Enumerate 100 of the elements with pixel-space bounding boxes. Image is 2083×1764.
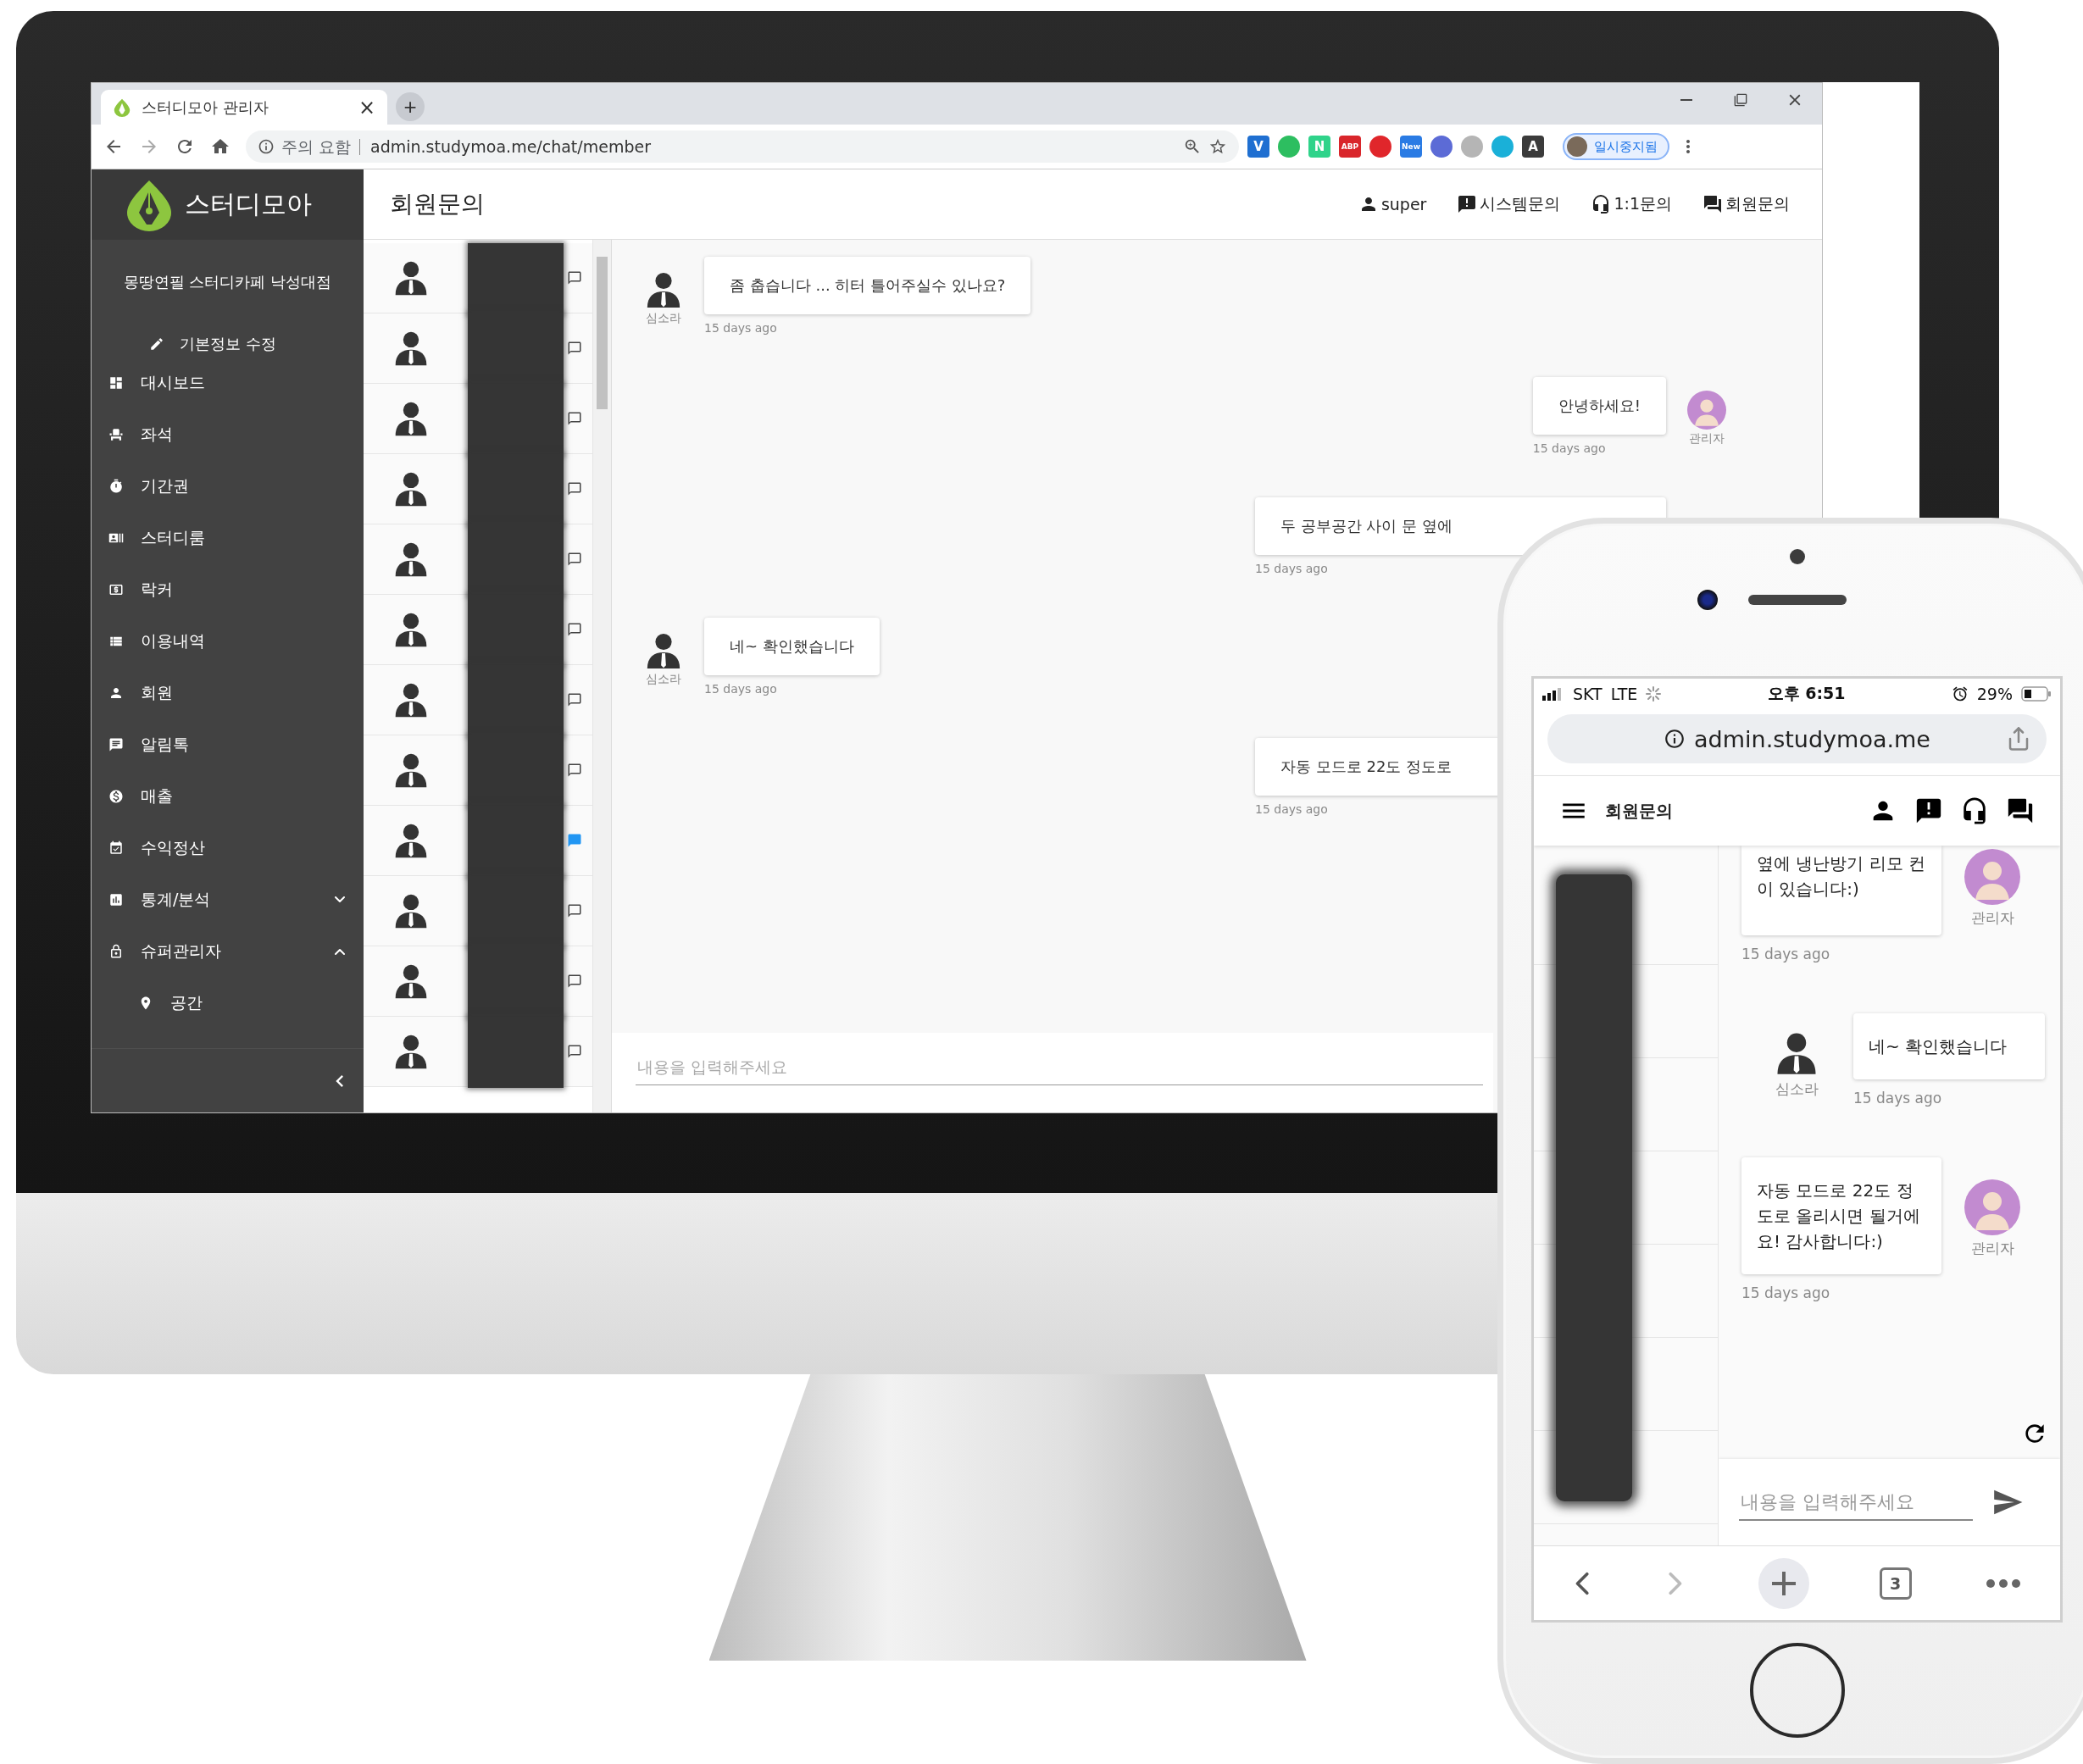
- carrier-label: SKT: [1573, 685, 1603, 703]
- message-input-panel[interactable]: 내용을 입력해주세요: [612, 1033, 1493, 1112]
- message-time: 15 days ago: [1853, 1090, 1942, 1107]
- member-row[interactable]: [364, 313, 592, 384]
- message-bubble: 안녕하세요!: [1532, 377, 1666, 435]
- menu-item[interactable]: 스터디룸: [92, 512, 364, 563]
- close-tab-button[interactable]: ×: [358, 95, 375, 119]
- home-button[interactable]: [1749, 1643, 1845, 1738]
- header-link[interactable]: 1:1문의: [1591, 193, 1672, 215]
- extension-icon[interactable]: [1491, 136, 1514, 158]
- message-input-panel[interactable]: 내용을 입력해주세요: [1719, 1459, 2060, 1545]
- extension-icon[interactable]: [1369, 136, 1391, 158]
- chat-bubble-icon[interactable]: [567, 622, 582, 637]
- minimize-icon: [1680, 99, 1692, 101]
- scrollbar[interactable]: [592, 240, 611, 1112]
- message-time: 15 days ago: [1741, 946, 1830, 962]
- zoom-icon[interactable]: [1183, 137, 1202, 156]
- logo-text: 스터디모아: [185, 188, 312, 220]
- extension-icon[interactable]: ABP: [1339, 136, 1361, 158]
- message-bubble: 네~ 확인했습니다: [1853, 1013, 2045, 1079]
- address-field[interactable]: 주의 요함 admin.studymoa.me/chat/member: [246, 130, 1239, 163]
- avatar: [1687, 391, 1726, 430]
- message-bubble: 옆에 냉난방기 리모 컨이 있습니다:): [1741, 846, 1941, 935]
- profile-button[interactable]: 일시중지됨: [1563, 133, 1669, 160]
- member-row[interactable]: [364, 735, 592, 806]
- alarm-icon: [1951, 685, 1969, 702]
- tab-count-button[interactable]: 3: [1879, 1567, 1912, 1600]
- member-row[interactable]: [364, 806, 592, 876]
- star-icon[interactable]: [1208, 137, 1227, 156]
- message-input[interactable]: 내용을 입력해주세요: [636, 1048, 1483, 1085]
- menu-item[interactable]: 좌석: [92, 408, 364, 460]
- url-text: admin.studymoa.me/chat/member: [369, 137, 652, 156]
- menu-item[interactable]: 슈퍼관리자: [92, 925, 364, 977]
- spinner-icon: [1646, 686, 1662, 702]
- chat-bubble-icon[interactable]: [567, 552, 582, 567]
- message-input[interactable]: 내용을 입력해주세요: [1739, 1484, 1973, 1521]
- menu-item[interactable]: 알림톡: [92, 718, 364, 770]
- extension-icon[interactable]: V: [1247, 136, 1269, 158]
- avatar: [1567, 136, 1587, 157]
- favicon-icon: [113, 97, 131, 117]
- sender-name: 관리자: [1689, 431, 1725, 447]
- member-row[interactable]: [364, 384, 592, 454]
- chat-bubble-icon[interactable]: [567, 763, 582, 778]
- chat-bubble-icon[interactable]: [567, 341, 582, 356]
- member-row[interactable]: [364, 243, 592, 313]
- header-link[interactable]: 회원문의: [1703, 193, 1790, 215]
- member-row[interactable]: [364, 524, 592, 595]
- menu-item[interactable]: 기간권: [92, 460, 364, 512]
- chat-bubble-icon[interactable]: [567, 1044, 582, 1059]
- browser-tab[interactable]: 스터디모아 관리자 ×: [101, 90, 387, 125]
- url-text: admin.studymoa.me: [1694, 725, 1930, 752]
- pencil-icon: [149, 336, 164, 352]
- address-field[interactable]: admin.studymoa.me: [1547, 714, 2047, 763]
- restore-icon: [1734, 93, 1747, 107]
- new-tab-button[interactable]: +: [396, 92, 425, 121]
- message-time: 15 days ago: [704, 682, 777, 696]
- message-bubble: 네~ 확인했습니다: [704, 618, 880, 675]
- member-row[interactable]: [364, 665, 592, 735]
- menu-item[interactable]: 수익정산: [92, 822, 364, 874]
- dashboard-icon: [108, 374, 124, 391]
- chats-icon: [1703, 194, 1723, 214]
- member-row[interactable]: [364, 876, 592, 946]
- menu-item[interactable]: 대시보드: [92, 357, 364, 408]
- header-link[interactable]: super: [1358, 194, 1427, 214]
- extension-icon[interactable]: [1430, 136, 1453, 158]
- chat-bubble-icon[interactable]: [567, 903, 582, 918]
- avatar: [1964, 1179, 2020, 1235]
- seat-icon: [108, 426, 124, 442]
- chat-bubble-icon[interactable]: [567, 692, 582, 707]
- page-title: 회원문의: [390, 189, 486, 219]
- message-icon: [108, 736, 124, 752]
- chevron-down-icon: [335, 896, 345, 903]
- menu-item[interactable]: 이용내역: [92, 615, 364, 667]
- more-icon: [1986, 1578, 2020, 1588]
- message-time: 15 days ago: [704, 321, 777, 335]
- member-row[interactable]: [364, 1017, 592, 1087]
- chat-bubble-icon[interactable]: [567, 411, 582, 426]
- info-icon: [258, 138, 275, 155]
- edit-info-link[interactable]: 기본정보 수정: [92, 331, 364, 357]
- edit-info-label: 기본정보 수정: [180, 334, 276, 354]
- chat-bubble-icon[interactable]: [567, 974, 582, 989]
- menu-item[interactable]: 매출: [92, 770, 364, 822]
- chart-icon: [108, 891, 124, 907]
- menu-item[interactable]: 통계/분석: [92, 874, 364, 925]
- member-row[interactable]: [364, 454, 592, 524]
- message-time: 15 days ago: [1741, 1284, 1830, 1301]
- lock-icon: [108, 943, 124, 959]
- chat-bubble-icon[interactable]: [567, 481, 582, 496]
- header-link[interactable]: 시스템문의: [1457, 193, 1561, 215]
- camera-lens: [1697, 590, 1718, 610]
- menu-item[interactable]: 락커: [92, 563, 364, 615]
- message-time: 15 days ago: [1255, 802, 1328, 816]
- submenu-item[interactable]: 공간: [92, 977, 364, 1029]
- chat-bubble-icon[interactable]: [567, 270, 582, 286]
- extension-icon[interactable]: New: [1400, 136, 1422, 158]
- member-row[interactable]: [364, 595, 592, 665]
- extension-icon[interactable]: A: [1522, 136, 1544, 158]
- member-row[interactable]: [364, 946, 592, 1017]
- menu-item[interactable]: 회원: [92, 667, 364, 718]
- avatar: [1964, 849, 2020, 905]
